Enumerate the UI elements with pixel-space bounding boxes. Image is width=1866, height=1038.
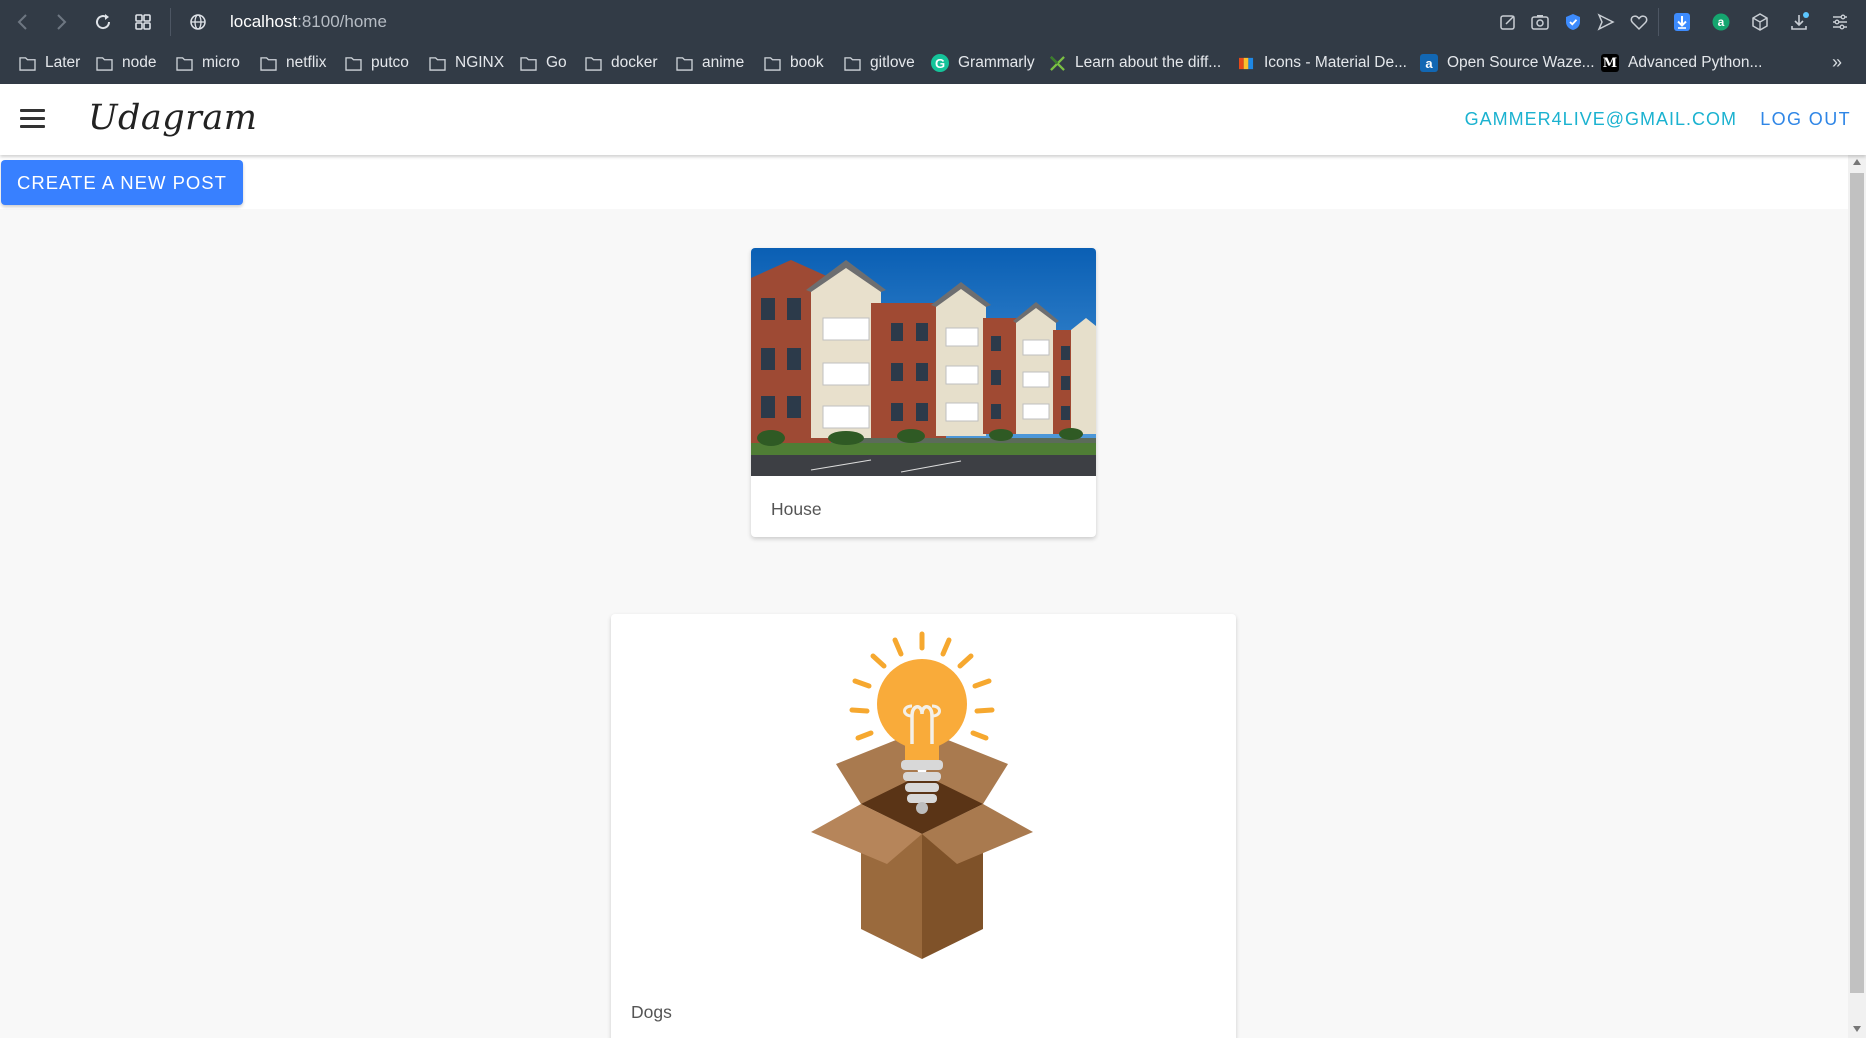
bookmark-label: Later (45, 54, 81, 71)
toolbar-divider (170, 8, 171, 36)
downloads-icon[interactable] (1787, 10, 1811, 34)
bookmark-open-source-waze[interactable]: a Open Source Waze... (1420, 52, 1595, 74)
reload-icon[interactable] (91, 10, 115, 34)
camera-icon[interactable] (1528, 10, 1552, 34)
material-favicon (1237, 54, 1255, 72)
bookmark-netflix[interactable]: netflix (259, 52, 327, 74)
bookmark-micro[interactable]: micro (175, 52, 240, 74)
post-image-house (751, 248, 1096, 476)
a-favicon: a (1420, 54, 1438, 72)
bookmark-label: Learn about the diff... (1075, 54, 1222, 71)
user-email-link[interactable]: GAMMER4LIVE@GMAIL.COM (1465, 109, 1737, 130)
url-host: localhost (230, 12, 298, 31)
post-caption: House (771, 499, 822, 519)
bookmark-label: putco (371, 54, 409, 71)
bookmark-label: Icons - Material De... (1264, 54, 1407, 71)
bookmark-gitlove[interactable]: gitlove (843, 52, 915, 74)
extensions-cube-icon[interactable] (1748, 10, 1772, 34)
easy-setup-menu-icon[interactable] (1828, 10, 1852, 34)
post-image-lightbulb-box (811, 631, 1033, 959)
grammarly-icon: G (931, 54, 949, 72)
send-icon[interactable] (1594, 10, 1618, 34)
bookmark-later[interactable]: Later (18, 52, 80, 74)
post-card[interactable]: Dogs (611, 614, 1236, 1038)
shield-icon[interactable] (1561, 10, 1585, 34)
bookmark-label: gitlove (870, 54, 915, 71)
app-header: Udagram GAMMER4LIVE@GMAIL.COM LOG OUT (0, 84, 1866, 155)
post-caption: Dogs (631, 1002, 672, 1022)
scroll-thumb[interactable] (1850, 173, 1864, 993)
action-strip: CREATE A NEW POST (0, 155, 1848, 209)
bookmark-advanced-python[interactable]: M Advanced Python... (1601, 52, 1762, 74)
folder-icon (843, 54, 861, 72)
bookmark-label: micro (202, 54, 240, 71)
folder-icon (344, 54, 362, 72)
bookmark-label: book (790, 54, 824, 71)
bookmark-label: NGINX (455, 54, 505, 71)
share-edit-icon[interactable] (1496, 10, 1520, 34)
download-manager-icon[interactable] (1670, 10, 1694, 34)
back-icon[interactable] (11, 10, 35, 34)
medium-favicon: M (1601, 54, 1619, 72)
grammarly-extension-icon[interactable]: a (1709, 10, 1733, 34)
scroll-up-arrow-icon[interactable] (1853, 159, 1861, 165)
bookmark-learn-diff[interactable]: Learn about the diff... (1048, 52, 1221, 74)
folder-icon (95, 54, 113, 72)
bookmark-label: Open Source Waze... (1447, 54, 1595, 71)
bookmark-label: Advanced Python... (1628, 54, 1763, 71)
bookmark-label: Grammarly (958, 54, 1035, 71)
bookmark-book[interactable]: book (763, 52, 824, 74)
feed-content: CREATE A NEW POST House Dogs (0, 155, 1848, 1038)
bookmarks-bar: Later node micro netflix putco NGINX Go … (0, 48, 1866, 78)
bookmark-label: docker (611, 54, 658, 71)
bookmarks-overflow-chevron-icon[interactable]: » (1832, 52, 1842, 73)
folder-icon (428, 54, 446, 72)
grammarly-glyph: G (931, 54, 949, 72)
bookmark-label: netflix (286, 54, 327, 71)
svg-text:a: a (1718, 15, 1725, 29)
brand-logo: Udagram (88, 98, 258, 138)
create-post-button[interactable]: CREATE A NEW POST (1, 160, 243, 205)
address-bar[interactable]: localhost:8100/home (230, 12, 387, 32)
browser-chrome: localhost:8100/home a Later node micro n… (0, 0, 1866, 84)
url-path: :8100/home (297, 12, 387, 31)
bookmark-grammarly[interactable]: G Grammarly (931, 52, 1035, 74)
bookmark-docker[interactable]: docker (584, 52, 658, 74)
browser-toolbar: localhost:8100/home a (0, 0, 1866, 44)
folder-icon (675, 54, 693, 72)
post-card[interactable]: House (751, 248, 1096, 537)
folder-icon (519, 54, 537, 72)
bookmark-anime[interactable]: anime (675, 52, 744, 74)
site-info-globe-icon[interactable] (186, 10, 210, 34)
a-glyph: a (1420, 54, 1438, 72)
bookmark-label: node (122, 54, 157, 71)
folder-icon (259, 54, 277, 72)
logout-button[interactable]: LOG OUT (1760, 109, 1851, 130)
folder-icon (584, 54, 602, 72)
scroll-down-arrow-icon[interactable] (1853, 1026, 1861, 1032)
bookmark-label: Go (546, 54, 567, 71)
bookmark-go[interactable]: Go (519, 52, 567, 74)
bookmark-putco[interactable]: putco (344, 52, 409, 74)
bookmark-node[interactable]: node (95, 52, 156, 74)
tabs-grid-icon[interactable] (131, 10, 155, 34)
bookmark-label: anime (702, 54, 745, 71)
folder-icon (18, 54, 36, 72)
forward-icon[interactable] (49, 10, 73, 34)
folder-icon (763, 54, 781, 72)
folder-icon (175, 54, 193, 72)
page-scrollbar[interactable] (1848, 155, 1866, 1038)
x-favicon (1048, 54, 1066, 72)
toolbar-divider-right (1658, 8, 1659, 36)
bookmark-icons-material[interactable]: Icons - Material De... (1237, 52, 1407, 74)
bookmark-nginx[interactable]: NGINX (428, 52, 504, 74)
heart-icon[interactable] (1627, 10, 1651, 34)
hamburger-menu-icon[interactable] (20, 109, 45, 129)
medium-glyph: M (1601, 54, 1619, 72)
